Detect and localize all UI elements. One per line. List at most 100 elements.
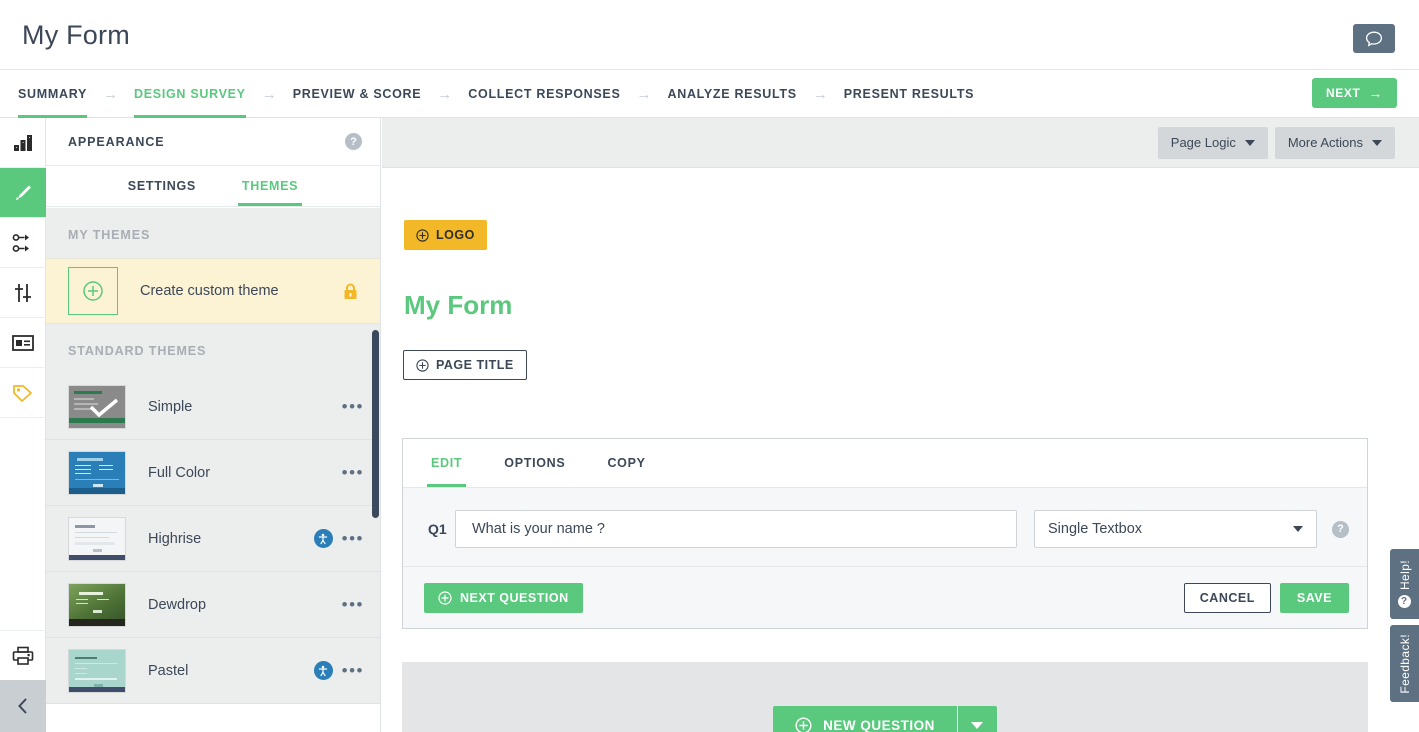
logo-label: LOGO xyxy=(436,228,475,242)
paintbrush-icon xyxy=(15,185,31,200)
nav-item-design-survey[interactable]: DESIGN SURVEY xyxy=(134,70,246,118)
accessibility-badge-icon[interactable] xyxy=(313,661,333,680)
next-question-button[interactable]: NEXT QUESTION xyxy=(424,582,583,613)
nav-item-preview-score[interactable]: PREVIEW & SCORE xyxy=(293,70,422,118)
breadcrumb: SUMMARY → DESIGN SURVEY → PREVIEW & SCOR… xyxy=(18,70,974,118)
new-question-group: NEW QUESTION xyxy=(773,706,997,732)
theme-more-menu[interactable]: ••• xyxy=(342,530,364,547)
add-logo-button[interactable]: LOGO xyxy=(404,220,487,250)
more-actions-label: More Actions xyxy=(1287,135,1363,150)
scrollbar-thumb[interactable] xyxy=(372,330,379,518)
nav-arrow-icon: → xyxy=(812,85,828,103)
next-button[interactable]: NEXT → xyxy=(1312,78,1397,108)
print-icon-button[interactable] xyxy=(0,630,46,680)
print-card-icon[interactable] xyxy=(0,318,46,368)
theme-name: Dewdrop xyxy=(148,596,207,613)
theme-row-dewdrop[interactable]: Dewdrop ••• xyxy=(46,572,380,638)
tab-options[interactable]: OPTIONS xyxy=(504,439,565,487)
nav-label: PRESENT RESULTS xyxy=(843,87,975,101)
nav-item-present-results[interactable]: PRESENT RESULTS xyxy=(844,70,974,118)
appearance-brush-icon[interactable] xyxy=(0,168,46,218)
page-logic-button[interactable]: Page Logic xyxy=(1157,126,1268,159)
new-question-zone: NEW QUESTION or Copy and paste questions xyxy=(402,662,1368,732)
theme-row-highrise[interactable]: Highrise ••• xyxy=(46,506,380,572)
panel-header: APPEARANCE ? xyxy=(46,118,380,166)
tab-edit[interactable]: EDIT xyxy=(426,439,467,487)
tab-themes[interactable]: THEMES xyxy=(237,166,303,206)
nav-item-analyze-results[interactable]: ANALYZE RESULTS xyxy=(668,70,797,118)
my-themes-header: MY THEMES xyxy=(46,208,380,258)
plus-circle-icon xyxy=(83,281,103,301)
nav-label: PREVIEW & SCORE xyxy=(292,87,422,101)
theme-more-menu[interactable]: ••• xyxy=(342,464,364,481)
add-page-title-button[interactable]: PAGE TITLE xyxy=(403,350,527,380)
chevron-left-icon xyxy=(18,698,27,714)
panel-tabs: SETTINGS THEMES xyxy=(46,166,380,207)
collapse-panel-button[interactable] xyxy=(0,680,46,732)
theme-more-menu[interactable]: ••• xyxy=(342,662,364,679)
options-sliders-icon[interactable] xyxy=(0,268,46,318)
logic-branch-icon[interactable] xyxy=(0,218,46,268)
chat-bubble-button[interactable] xyxy=(1353,24,1395,53)
new-question-dropdown-button[interactable] xyxy=(956,706,997,732)
cancel-button[interactable]: CANCEL xyxy=(1183,582,1271,613)
theme-list-scroll[interactable]: MY THEMES Create custom theme STANDARD T… xyxy=(46,208,380,732)
survey-heading: My Form xyxy=(404,290,513,320)
sliders-icon xyxy=(15,283,31,302)
survey-canvas: LOGO My Form PAGE TITLE EDIT OPTIONS COP… xyxy=(382,168,1419,732)
more-actions-button[interactable]: More Actions xyxy=(1274,126,1395,159)
feedback-tab-label: Feedback! xyxy=(1397,633,1412,694)
theme-row-pastel[interactable]: Pastel ••• xyxy=(46,638,380,704)
tag-icon[interactable] xyxy=(0,368,46,418)
chevron-down-icon xyxy=(1293,526,1303,532)
theme-more-menu[interactable]: ••• xyxy=(342,398,364,415)
tab-label: SETTINGS xyxy=(127,179,196,193)
plus-circle-icon xyxy=(795,717,812,732)
label-tag-icon xyxy=(13,384,32,402)
appearance-panel: APPEARANCE ? SETTINGS THEMES MY THEMES C… xyxy=(46,118,381,732)
next-button-label: NEXT xyxy=(1325,86,1361,100)
feedback-tab-inner: Feedback! xyxy=(1398,634,1412,694)
theme-thumbnail xyxy=(68,648,126,693)
create-custom-theme-row[interactable]: Create custom theme xyxy=(46,258,380,324)
help-icon[interactable]: ? xyxy=(345,133,362,150)
question-body: Q1 Single Textbox ? xyxy=(403,487,1367,566)
tab-label: THEMES xyxy=(241,179,299,193)
plus-box xyxy=(68,267,118,315)
question-number: Q1 xyxy=(428,521,447,537)
tab-label: EDIT xyxy=(431,456,463,470)
theme-more-menu[interactable]: ••• xyxy=(342,596,364,613)
page-title: My Form xyxy=(22,20,130,50)
panel-scrollbar[interactable] xyxy=(371,208,380,732)
chevron-down-icon xyxy=(971,721,984,729)
lock-icon xyxy=(344,283,357,299)
accessibility-badge-icon[interactable] xyxy=(313,529,333,548)
cancel-label: CANCEL xyxy=(1199,590,1255,605)
survey-toolbar: Page Logic More Actions xyxy=(382,118,1419,168)
nav-label: ANALYZE RESULTS xyxy=(667,87,797,101)
help-tab[interactable]: ? Help! xyxy=(1390,549,1419,619)
standard-themes-header: STANDARD THEMES xyxy=(46,324,380,374)
id-card-icon xyxy=(12,334,34,351)
theme-thumbnail xyxy=(68,384,126,429)
question-footer: NEXT QUESTION CANCEL SAVE xyxy=(403,566,1367,628)
tab-settings[interactable]: SETTINGS xyxy=(128,166,196,206)
nav-item-collect-responses[interactable]: COLLECT RESPONSES xyxy=(468,70,620,118)
question-type-select[interactable]: Single Textbox xyxy=(1034,510,1317,548)
theme-name: Simple xyxy=(148,398,193,415)
theme-thumbnail xyxy=(68,450,126,495)
help-tab-inner: ? Help! xyxy=(1398,560,1412,608)
nav-item-summary[interactable]: SUMMARY xyxy=(18,70,88,118)
theme-row-full-color[interactable]: Full Color ••• xyxy=(46,440,380,506)
question-help-icon[interactable]: ? xyxy=(1332,520,1349,538)
create-custom-theme-label: Create custom theme xyxy=(140,283,279,299)
tab-copy[interactable]: COPY xyxy=(607,439,645,487)
theme-row-simple[interactable]: Simple ••• xyxy=(46,374,380,440)
theme-name: Full Color xyxy=(148,464,211,481)
save-button[interactable]: SAVE xyxy=(1279,582,1349,613)
build-survey-icon[interactable] xyxy=(0,118,46,168)
new-question-button[interactable]: NEW QUESTION xyxy=(773,706,957,732)
question-text-input[interactable] xyxy=(455,510,1017,548)
feedback-tab[interactable]: Feedback! xyxy=(1390,625,1419,702)
next-question-label: NEXT QUESTION xyxy=(460,590,569,605)
